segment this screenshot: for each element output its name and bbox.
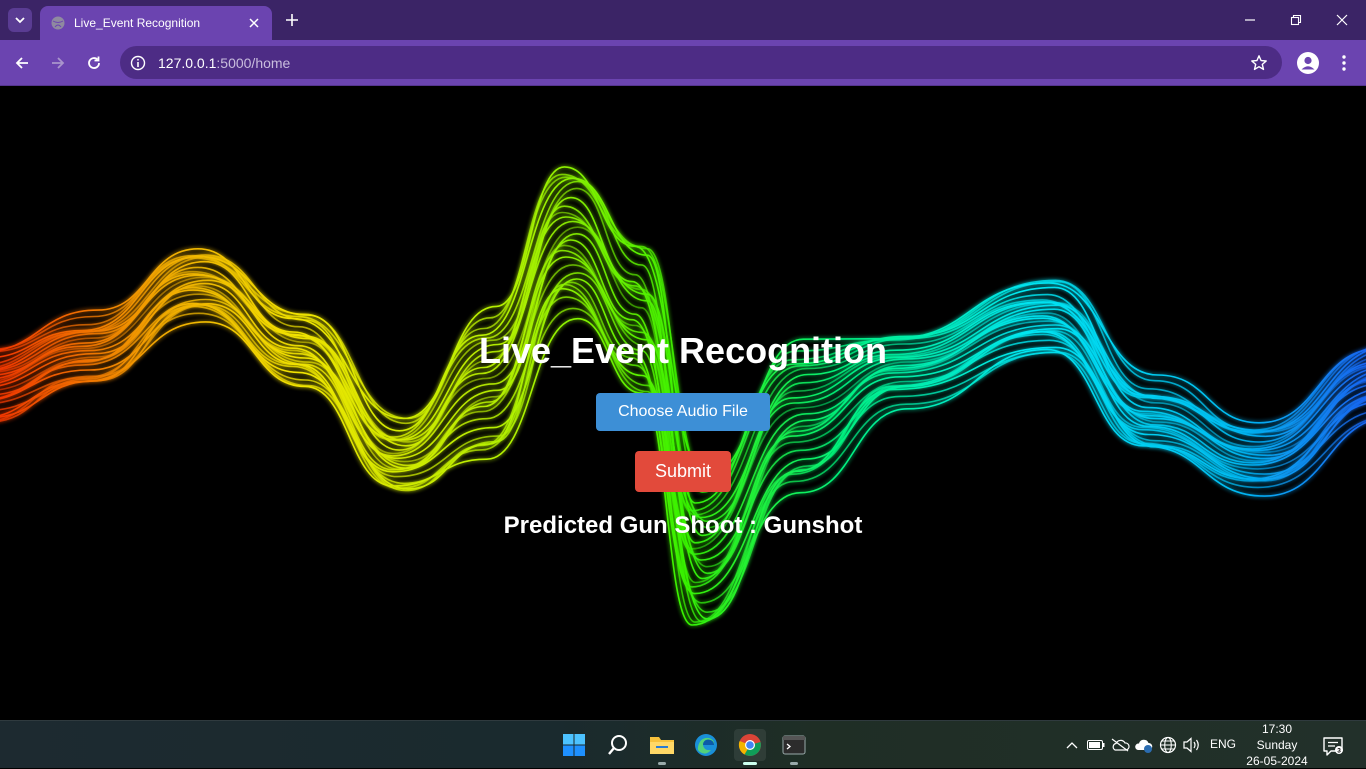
clock[interactable]: 17:30 Sunday 26-05-2024	[1240, 721, 1314, 769]
restore-icon	[1290, 14, 1302, 26]
address-bar[interactable]: 127.0.0.1:5000/home	[120, 46, 1282, 79]
tab-search-button[interactable]	[8, 8, 32, 32]
forward-button[interactable]	[46, 51, 70, 75]
folder-icon	[650, 737, 674, 754]
network-status[interactable]	[1158, 735, 1178, 755]
chevron-down-icon	[15, 17, 25, 24]
cloud-off-icon	[1111, 738, 1130, 752]
volume-control[interactable]	[1182, 735, 1202, 755]
minimize-button[interactable]	[1238, 8, 1262, 32]
back-button[interactable]	[10, 51, 34, 75]
submit-button[interactable]: Submit	[635, 451, 731, 492]
plus-icon	[286, 14, 298, 26]
clock-time: 17:30	[1261, 722, 1293, 736]
speaker-icon	[1183, 737, 1199, 753]
chevron-up-icon	[1066, 742, 1078, 749]
svg-text:3: 3	[1337, 747, 1341, 754]
battery-status[interactable]	[1086, 735, 1106, 755]
profile-icon[interactable]	[1296, 51, 1320, 75]
page-title: Live_Event Recognition	[478, 330, 888, 371]
onedrive-status[interactable]	[1110, 735, 1130, 755]
windows-logo-icon	[563, 734, 585, 756]
globe-icon	[51, 16, 65, 30]
tab-close-icon[interactable]	[246, 15, 262, 31]
edge-button[interactable]	[690, 729, 722, 761]
url-host: 127.0.0.1	[158, 54, 217, 71]
close-icon	[1336, 14, 1348, 26]
more-vertical-icon	[1342, 55, 1346, 71]
cloud-icon	[1135, 739, 1153, 753]
battery-icon	[1087, 740, 1105, 750]
reload-button[interactable]	[82, 51, 106, 75]
running-indicator	[790, 762, 798, 765]
browser-toolbar: 127.0.0.1:5000/home	[0, 40, 1366, 86]
chrome-browser-icon	[738, 734, 761, 756]
main-content: Live_Event Recognition Choose Audio File…	[0, 87, 1366, 720]
tab-title: Live_Event Recognition	[74, 16, 201, 30]
file-explorer-button[interactable]	[646, 729, 678, 765]
notification-center-icon[interactable]: 3	[1322, 735, 1344, 757]
arrow-right-icon	[52, 57, 65, 69]
show-hidden-icons-button[interactable]	[1062, 735, 1082, 755]
edge-browser-icon	[695, 734, 717, 756]
clock-date: 26-05-2024	[1246, 754, 1308, 768]
reload-icon	[88, 56, 100, 69]
active-indicator	[743, 762, 757, 765]
terminal-icon	[782, 735, 806, 755]
start-button[interactable]	[558, 729, 590, 761]
new-tab-button[interactable]	[282, 10, 302, 30]
close-window-button[interactable]	[1330, 8, 1354, 32]
weather-status[interactable]	[1134, 735, 1154, 755]
restore-button[interactable]	[1284, 8, 1308, 32]
search-icon	[608, 735, 627, 755]
site-info-icon[interactable]	[130, 55, 146, 71]
browser-tab[interactable]: Live_Event Recognition	[40, 6, 272, 40]
bookmark-star-icon[interactable]	[1250, 54, 1268, 72]
choose-audio-file-button[interactable]: Choose Audio File	[596, 393, 770, 431]
input-language[interactable]: ENG	[1210, 737, 1236, 751]
url-path: :5000/home	[216, 54, 291, 71]
windows-taskbar: ENG 17:30 Sunday 26-05-2024 3	[0, 720, 1366, 768]
minimize-icon	[1245, 19, 1255, 21]
running-indicator	[658, 762, 666, 765]
taskbar-search-button[interactable]	[602, 729, 634, 761]
arrow-left-icon	[15, 57, 28, 69]
globe-network-icon	[1159, 736, 1177, 754]
prediction-result: Predicted Gun Shoot : Gunshot	[503, 512, 863, 539]
browser-menu-button[interactable]	[1332, 51, 1356, 75]
terminal-button[interactable]	[778, 729, 810, 765]
page-viewport: Live_Event Recognition Choose Audio File…	[0, 87, 1366, 720]
clock-day: Sunday	[1256, 738, 1298, 752]
browser-tab-bar: Live_Event Recognition	[0, 0, 1366, 40]
chrome-button[interactable]	[734, 729, 766, 765]
